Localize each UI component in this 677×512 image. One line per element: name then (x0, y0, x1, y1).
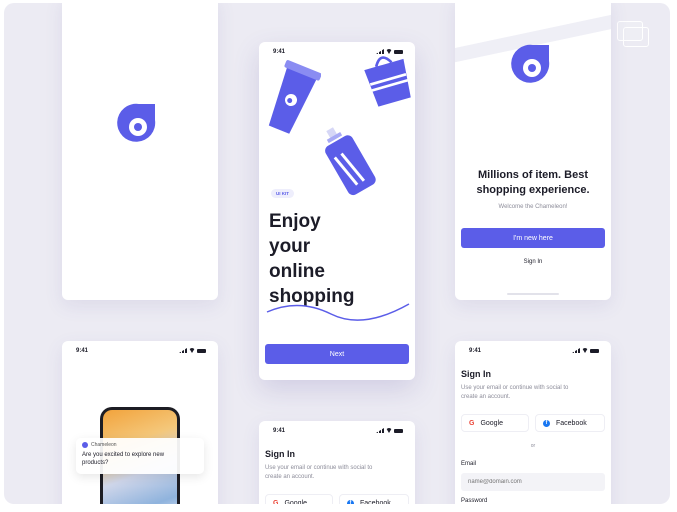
welcome-subtitle: Welcome the Chameleon! (498, 204, 568, 210)
welcome-screen: Millions of item. Best shopping experien… (455, 3, 611, 300)
status-bar: 9:41 (259, 421, 415, 439)
signin-screen: 9:41 Sign In Use your email or continue … (455, 341, 611, 504)
facebook-button[interactable]: f Facebook (339, 494, 409, 504)
notification-app-name: Chameleon (91, 442, 117, 448)
signal-icon (376, 428, 384, 433)
battery-icon (590, 348, 599, 353)
facebook-icon: f (347, 499, 354, 504)
welcome-title: Millions of item. Best shopping experien… (476, 169, 590, 196)
or-divider: or (530, 443, 536, 449)
signin-description: Use your email or continue with social t… (461, 385, 569, 400)
sign-in-link[interactable]: Sign In (455, 259, 611, 265)
password-label: Password (461, 498, 488, 504)
signal-icon (572, 348, 580, 353)
status-bar: 9:41 (455, 341, 611, 359)
signin-title: Sign In (461, 369, 491, 379)
wave-line (266, 303, 410, 321)
wifi-icon (386, 428, 392, 433)
status-time: 9:41 (469, 348, 482, 354)
battery-icon (197, 348, 206, 353)
new-here-button[interactable]: I'm new here (461, 228, 605, 248)
home-indicator (507, 293, 559, 295)
chameleon-logo-icon (82, 442, 88, 448)
notification-banner[interactable]: Chameleon Are you excited to explore new… (76, 438, 204, 474)
signin-title: Sign In (265, 449, 295, 459)
facebook-label: Facebook (556, 419, 587, 427)
notification-screen: 9:41 Chameleon Are you excited to explor… (62, 341, 218, 504)
facebook-icon: f (543, 419, 550, 427)
battery-icon (394, 428, 403, 433)
stacked-frames-icon[interactable] (616, 21, 652, 49)
signin-description: Use your email or continue with social t… (265, 465, 373, 480)
next-button[interactable]: Next (265, 344, 409, 364)
chameleon-logo-icon (117, 103, 156, 142)
notification-message: Are you excited to explore new products? (82, 452, 165, 466)
google-icon: G (273, 499, 279, 505)
signin-screen-partial: 9:41 Sign In Use your email or continue … (259, 421, 415, 504)
coffee-cup-illustration (268, 60, 321, 134)
status-time: 9:41 (273, 428, 286, 434)
facebook-button[interactable]: f Facebook (535, 414, 605, 432)
wifi-icon (582, 348, 588, 353)
google-icon: G (469, 419, 475, 427)
google-label: Google (284, 499, 308, 505)
chameleon-logo-icon (511, 44, 550, 83)
google-button[interactable]: G Google (461, 414, 529, 432)
bottle-illustration (325, 127, 376, 196)
google-button[interactable]: G Google (265, 494, 333, 504)
status-time: 9:41 (273, 49, 286, 55)
status-bar: 9:41 (62, 341, 218, 359)
ui-kit-tag: UI KIT (271, 189, 294, 198)
status-time: 9:41 (76, 348, 89, 354)
facebook-label: Facebook (360, 499, 391, 505)
signal-icon (179, 348, 187, 353)
wifi-icon (189, 348, 195, 353)
splash-screen (62, 3, 218, 300)
onboarding-screen: 9:41 UI KIT Enjoy your online shopping N… (259, 42, 415, 380)
shopping-bag-illustration (364, 56, 411, 107)
email-label: Email (461, 461, 477, 467)
email-field[interactable] (461, 473, 605, 491)
showcase-canvas: Millions of item. Best shopping experien… (4, 3, 670, 504)
google-label: Google (480, 419, 504, 427)
